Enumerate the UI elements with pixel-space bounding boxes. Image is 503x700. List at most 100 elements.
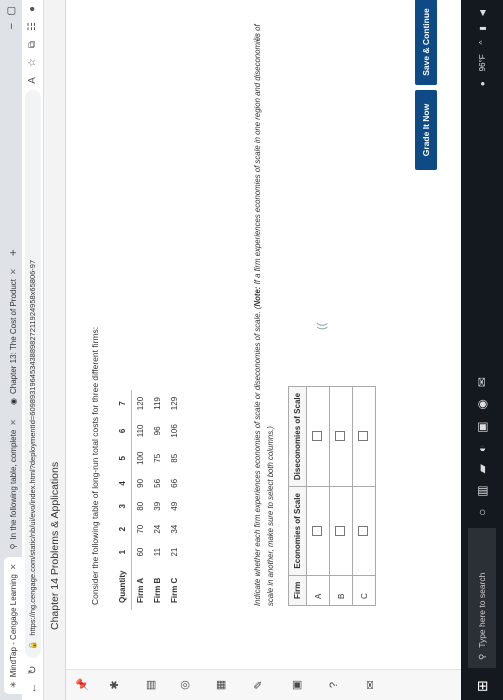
new-tab-button[interactable]: +: [6, 249, 22, 256]
cell: 80: [136, 501, 145, 511]
file-explorer-icon[interactable]: ▰: [475, 464, 489, 473]
table-row: A: [306, 386, 330, 606]
left-icon-rail: 📌 ✱ ▤ ◎ ▦ ✎ ▣ ? ✉: [66, 669, 461, 700]
edge-icon[interactable]: ◐: [475, 445, 489, 452]
read-aloud-icon[interactable]: A: [27, 77, 38, 84]
row-label: Firm B: [153, 577, 162, 603]
cell: 85: [170, 453, 179, 463]
taskbar-search[interactable]: ⚲ Type here to search: [468, 528, 496, 668]
help-icon[interactable]: ?: [328, 670, 340, 700]
col-header: 6: [118, 428, 127, 434]
table-row: Firm A 60 70 80 90 100 110 120: [132, 390, 150, 610]
maximize-icon[interactable]: ▢: [6, 6, 17, 15]
taskbar-apps: ○ ▥ ▰ ◐ ▣ ◉ ✉: [475, 377, 489, 516]
screen: ✳ MindTap - Cengage Learning ✕ ⚲ In the …: [0, 0, 503, 700]
col-header: Economies of Scale: [288, 486, 307, 576]
tab-label: Chapter 13: The Cost of Product: [8, 278, 18, 395]
chevron-up-icon[interactable]: ^: [478, 41, 487, 45]
store-icon[interactable]: ▣: [475, 422, 489, 433]
book-icon[interactable]: ▦: [214, 670, 227, 700]
loading-spinner-icon: ((: [316, 322, 328, 330]
pin-icon[interactable]: 📌: [76, 670, 89, 700]
economies-checkbox-b[interactable]: [335, 525, 345, 536]
highlighter-icon[interactable]: ✎: [252, 670, 265, 700]
close-icon[interactable]: ✕: [9, 419, 18, 426]
note-label: Note:: [253, 286, 262, 307]
reload-icon[interactable]: ↻: [26, 664, 39, 676]
windows-taskbar: ⊞ ⚲ Type here to search ○ ▥ ▰ ◐ ▣ ◉ ✉ ● …: [461, 0, 503, 700]
favorite-icon[interactable]: ☆: [27, 58, 38, 67]
firm-label: C: [352, 575, 376, 606]
diseconomies-cell: [306, 386, 330, 487]
browser-tab-strip: ✳ MindTap - Cengage Learning ✕ ⚲ In the …: [0, 0, 22, 700]
minimize-icon[interactable]: –: [6, 23, 17, 29]
table-row: B: [329, 386, 353, 606]
chrome-icon: ◉: [8, 398, 18, 405]
star-icon[interactable]: ✱: [108, 670, 121, 700]
cell: 129: [170, 396, 179, 411]
task-view-icon[interactable]: ○: [475, 509, 489, 516]
settings-icon[interactable]: ◎: [178, 670, 191, 700]
windows-start-icon[interactable]: ⊞: [474, 672, 491, 692]
tools-icon[interactable]: ▣: [290, 670, 303, 700]
diseconomies-checkbox-b[interactable]: [335, 431, 345, 442]
cell: 70: [136, 524, 145, 534]
cell: 110: [136, 424, 145, 438]
close-icon[interactable]: ✕: [9, 268, 18, 275]
mindtap-icon: ✳: [8, 681, 18, 688]
expand-icon[interactable]: ▷: [251, 33, 262, 40]
economies-cell: [329, 486, 353, 576]
collections-icon[interactable]: ☷: [27, 22, 38, 31]
page-title: Chapter 14 Problems & Applications: [48, 461, 61, 630]
mail-icon[interactable]: ✉: [475, 377, 489, 387]
close-icon[interactable]: ✕: [9, 563, 18, 570]
search-icon: ⚲: [476, 653, 487, 660]
url-field[interactable]: 🔒 https://ng.cengage.com/static/nb/ui/ev…: [24, 89, 41, 658]
diseconomies-cell: [329, 386, 353, 487]
save-continue-button[interactable]: Save & Continue: [415, 0, 437, 85]
tab-table-question[interactable]: ⚲ In the following table, complete ✕: [4, 413, 22, 555]
back-icon[interactable]: ←: [27, 682, 39, 694]
tab-mindtap[interactable]: ✳ MindTap - Cengage Learning ✕: [4, 557, 22, 694]
tab-chapter-13[interactable]: ◉ Chapter 13: The Cost of Product ✕: [4, 262, 22, 411]
cell: 106: [170, 424, 179, 438]
row-label: Firm A: [136, 577, 145, 603]
widgets-icon[interactable]: ▥: [475, 485, 489, 496]
diseconomies-cell: [352, 386, 376, 487]
grade-it-now-button[interactable]: Grade It Now: [415, 90, 437, 170]
table-header-row: Quantity 1 2 3 4 5 6 7: [114, 389, 132, 610]
economies-cell: [306, 486, 330, 576]
instruction-text: Indicate whether each firm experiences e…: [253, 306, 262, 606]
col-header: 1: [118, 549, 127, 555]
economies-checkbox-a[interactable]: [312, 525, 322, 536]
profile-icon[interactable]: ●: [27, 6, 38, 12]
browser-toolbar: A ☆ ⧉ ☷ ●: [27, 6, 38, 84]
main-content: Consider the following table of long-run…: [66, 0, 461, 670]
row-label: Firm C: [170, 577, 179, 603]
cell: 11: [153, 547, 162, 557]
chrome-icon[interactable]: ◉: [475, 399, 489, 409]
tab-label: MindTap - Cengage Learning: [8, 574, 18, 678]
cell: 56: [153, 478, 162, 488]
cell: 75: [153, 453, 162, 463]
cell: 96: [153, 426, 162, 436]
economies-checkbox-c[interactable]: [358, 525, 368, 536]
diseconomies-checkbox-c[interactable]: [358, 431, 368, 442]
volume-icon[interactable]: ◀: [478, 10, 487, 16]
bookmark-icon[interactable]: ▤: [144, 670, 157, 700]
col-header: Quantity: [118, 570, 127, 603]
search-placeholder: Type here to search: [477, 572, 487, 648]
cell: 120: [136, 396, 145, 411]
extensions-icon[interactable]: ⧉: [27, 41, 38, 48]
question-prompt: Consider the following table of long-run…: [90, 326, 100, 605]
weather-icon[interactable]: ●: [478, 81, 487, 86]
cell: 24: [153, 524, 162, 534]
col-header: Diseconomies of Scale: [288, 386, 307, 487]
col-header: 5: [118, 456, 127, 461]
cell: 39: [153, 501, 162, 511]
message-icon[interactable]: ✉: [364, 670, 377, 700]
address-bar-row: ← ↻ 🔒 https://ng.cengage.com/static/nb/u…: [22, 0, 44, 700]
diseconomies-checkbox-a[interactable]: [312, 431, 322, 442]
window-controls: – ▢: [0, 0, 22, 29]
network-icon[interactable]: ▮: [478, 26, 487, 30]
